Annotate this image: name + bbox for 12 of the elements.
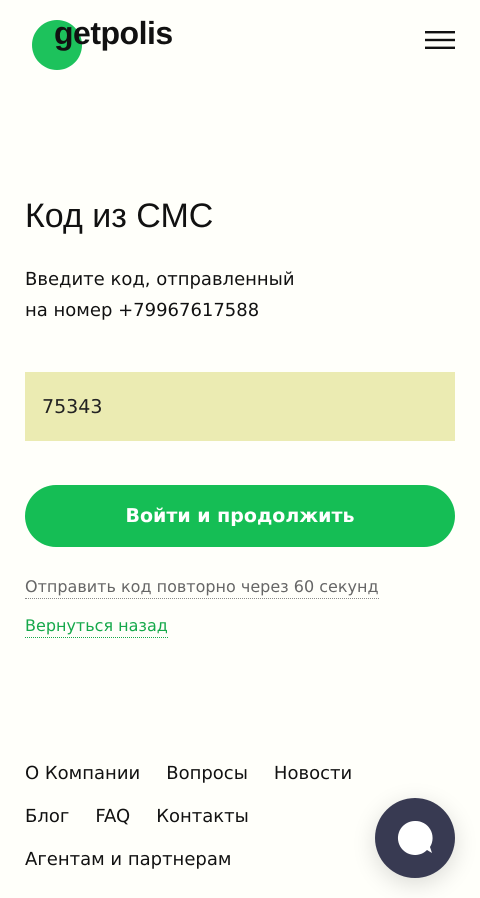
page-title: Код из СМС: [25, 196, 214, 237]
code-field[interactable]: 75343: [25, 372, 455, 441]
footer-link[interactable]: О Компании: [25, 761, 140, 786]
footer-link[interactable]: Блог: [25, 804, 70, 829]
chat-bubble-icon: [395, 818, 435, 858]
menu-icon[interactable]: [425, 31, 455, 49]
footer-link[interactable]: FAQ: [95, 804, 130, 829]
footer-link[interactable]: Контакты: [156, 804, 249, 829]
footer-link[interactable]: Новости: [274, 761, 352, 786]
description: Введите код, отправленный на номер +79967617588: [25, 268, 296, 323]
footer-link[interactable]: Вопросы: [166, 761, 248, 786]
footer-link[interactable]: Агентам и партнерам: [25, 847, 232, 872]
